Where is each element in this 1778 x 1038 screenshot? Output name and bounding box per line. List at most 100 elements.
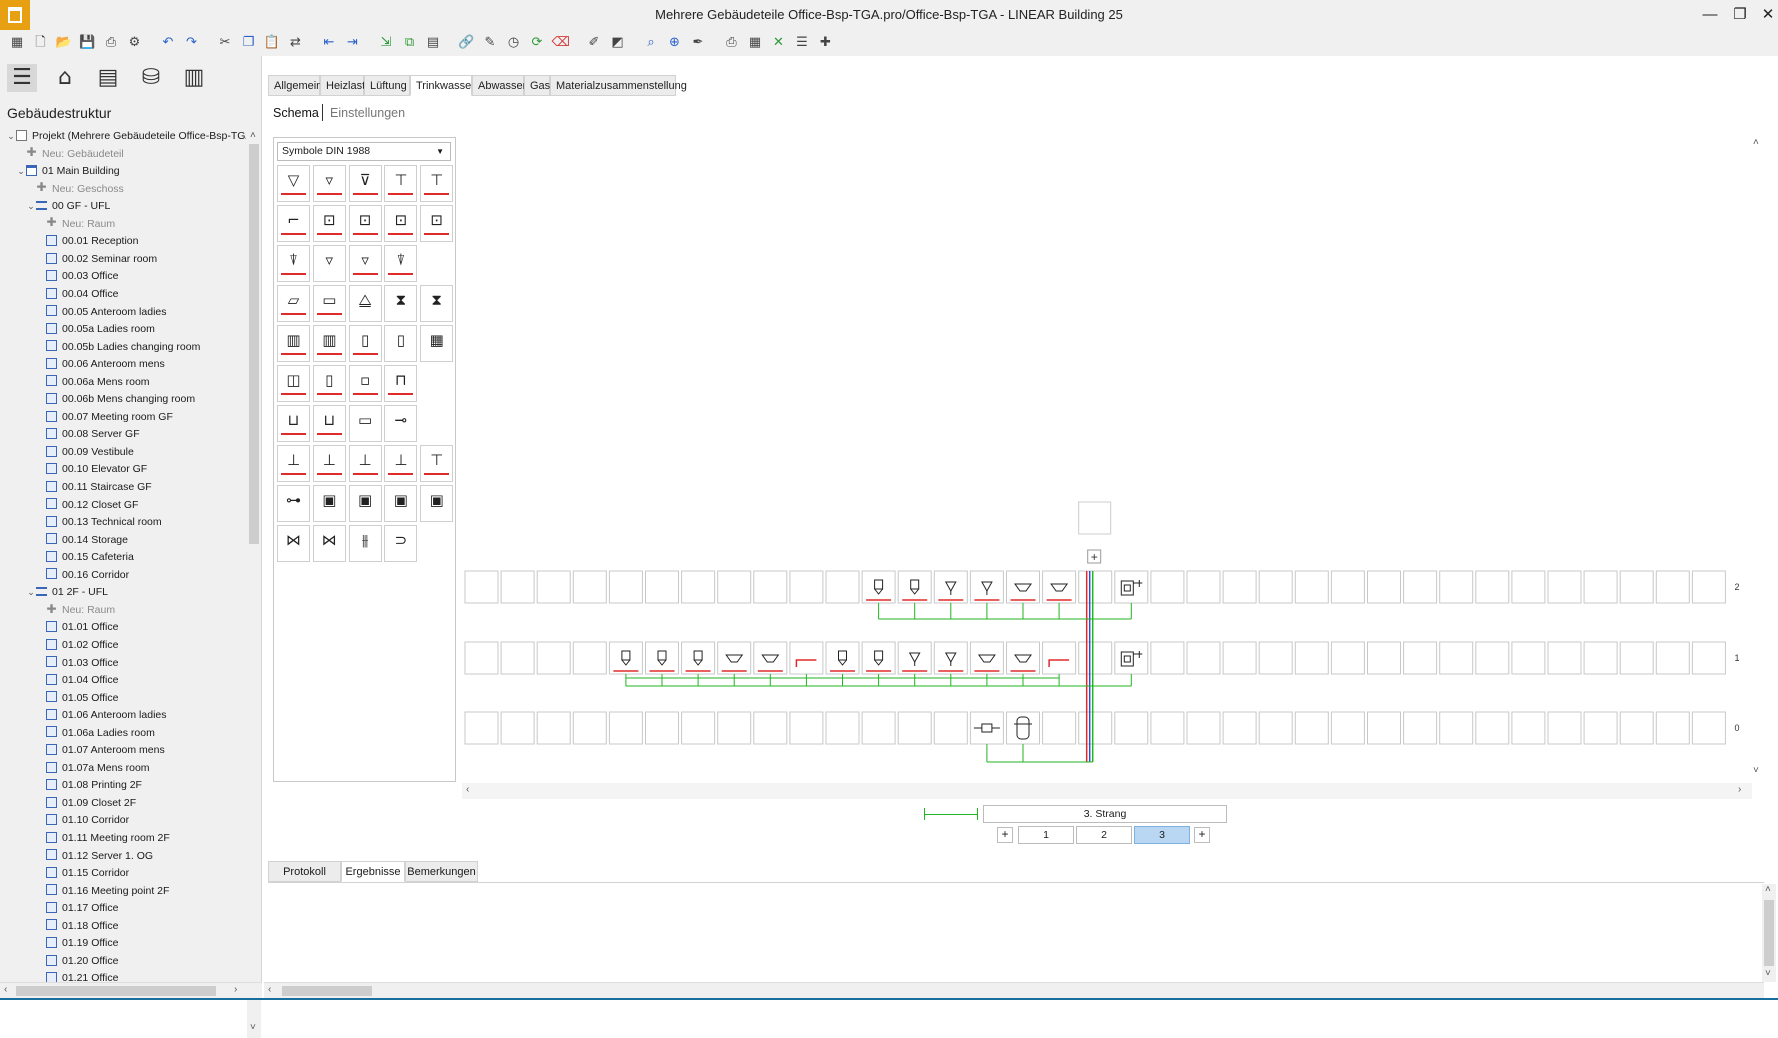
chevron-down-icon[interactable]: ⌄ [26, 198, 36, 215]
tree-item[interactable]: 01.20 Office [0, 953, 246, 970]
tab-materialzusammenstellung[interactable]: Materialzusammenstellung [550, 75, 687, 96]
tree-item[interactable]: 01.06 Anteroom ladies [0, 707, 246, 724]
strang-option-1[interactable]: 1 [1018, 826, 1074, 844]
palette-symbol[interactable]: ▯ [348, 325, 382, 362]
tree-item[interactable]: ⌄ 01 2F - UFL [0, 584, 246, 601]
copy-icon[interactable]: ❐ [240, 34, 258, 52]
palette-symbol[interactable]: ⊃ [384, 525, 418, 562]
tree-add-item[interactable]: ✚ Neu: Geschoss [0, 181, 246, 198]
tab-ergebnisse[interactable]: Ergebnisse [341, 861, 405, 882]
print-preview-icon[interactable]: ⎙ [102, 34, 120, 52]
strang-add-left-button[interactable]: + [997, 827, 1013, 843]
history-icon[interactable]: ◷ [505, 34, 523, 52]
tree-hscroll-thumb[interactable] [16, 986, 216, 996]
tab-gas[interactable]: Gas [524, 75, 550, 96]
tree-scroll-thumb[interactable] [249, 144, 259, 544]
palette-symbol[interactable]: ▯ [312, 365, 346, 402]
document-add-icon[interactable]: ✚ [817, 34, 835, 52]
palette-symbol[interactable]: ⊔ [312, 405, 346, 442]
palette-symbol[interactable]: ⊤ [384, 165, 418, 202]
insert-left-icon[interactable]: ⇤ [320, 34, 338, 52]
report-list-icon[interactable]: ▥ [179, 64, 209, 92]
scroll-up-icon[interactable]: ˄ [250, 130, 256, 141]
database-icon[interactable]: ⛁ [136, 64, 166, 92]
tree-item[interactable]: ⌄ 01 Main Building [0, 163, 246, 180]
tree-vertical-scrollbar[interactable]: ˄ ˅ [247, 128, 261, 1038]
settings-gear-icon[interactable]: ⚙ [126, 34, 144, 52]
palette-symbol[interactable]: ▦ [420, 325, 454, 362]
tree-item[interactable]: 00.01 Reception [0, 233, 246, 250]
save-icon[interactable]: 💾 [79, 34, 97, 52]
tree-item[interactable]: 01.01 Office [0, 619, 246, 636]
palette-symbol[interactable]: ⧋ [348, 285, 382, 322]
tree-item[interactable]: 00.13 Technical room [0, 514, 246, 531]
refresh-icon[interactable]: ⟳ [528, 34, 546, 52]
strang-option-3[interactable]: 3 [1134, 826, 1190, 844]
riser-schematic[interactable]: +2 1 0 [462, 137, 1758, 782]
palette-symbol[interactable]: ⊤ [420, 445, 454, 482]
palette-symbol[interactable]: ⊽ [348, 165, 382, 202]
tree-item[interactable]: ⌄ 00 GF - UFL [0, 198, 246, 215]
chevron-down-icon[interactable]: ⌄ [16, 163, 26, 180]
tree-horizontal-scrollbar[interactable]: ‹ › [0, 982, 262, 998]
results-scroll-thumb[interactable] [1764, 900, 1774, 966]
tree-item[interactable]: 01.16 Meeting point 2F [0, 883, 246, 900]
tree-item[interactable]: 01.03 Office [0, 655, 246, 672]
subtab-settings[interactable]: Einstellungen [330, 106, 405, 120]
palette-symbol[interactable]: ⌐ [277, 205, 310, 242]
tree-item[interactable]: 00.06 Anteroom mens [0, 356, 246, 373]
palette-symbol[interactable]: ▣ [348, 485, 382, 522]
search-icon[interactable]: ⌕ [642, 34, 660, 52]
pdf-export-icon[interactable]: ✕ [770, 34, 788, 52]
open-folder-icon[interactable]: 📂 [55, 34, 73, 52]
tree-item[interactable]: 01.07a Mens room [0, 760, 246, 777]
palette-symbol[interactable]: ▭ [312, 285, 346, 322]
strang-name-field[interactable]: 3. Strang [983, 805, 1227, 823]
tree-item[interactable]: 00.11 Staircase GF [0, 479, 246, 496]
minimize-button[interactable]: — [1698, 4, 1722, 26]
palette-symbol[interactable]: ▫ [348, 365, 382, 402]
scroll-down-icon[interactable]: ˅ [1753, 765, 1759, 776]
tree-item[interactable]: 01.06a Ladies room [0, 725, 246, 742]
duplicate-icon[interactable]: ⧉ [401, 34, 419, 52]
tree-item[interactable]: 00.02 Seminar room [0, 251, 246, 268]
tree-item[interactable]: 00.05a Ladies room [0, 321, 246, 338]
tree-item[interactable]: 01.18 Office [0, 918, 246, 935]
tree-item[interactable]: 00.06b Mens changing room [0, 391, 246, 408]
palette-symbol[interactable]: ⊡ [348, 205, 382, 242]
palette-symbol[interactable]: ⊥ [312, 445, 346, 482]
diagram-icon[interactable]: ◩ [609, 34, 627, 52]
tree-item[interactable]: 00.14 Storage [0, 532, 246, 549]
symbol-set-select[interactable]: Symbole DIN 1988 ▼ [277, 142, 451, 161]
swap-icon[interactable]: ⇄ [287, 34, 305, 52]
paste-icon[interactable]: 📋 [263, 34, 281, 52]
list-icon[interactable]: ▤ [93, 64, 123, 92]
palette-symbol[interactable]: ▭ [348, 405, 382, 442]
scroll-left-icon[interactable]: ‹ [4, 984, 7, 995]
new-file-icon[interactable]: 🗋 [32, 34, 50, 52]
tree-item[interactable]: 00.08 Server GF [0, 426, 246, 443]
tab-protokoll[interactable]: Protokoll [268, 861, 341, 882]
tree-add-item[interactable]: ✚ Neu: Raum [0, 602, 246, 619]
maximize-button[interactable]: ❐ [1728, 4, 1752, 26]
results-vertical-scrollbar[interactable]: ˄ ˅ [1762, 884, 1776, 982]
palette-symbol[interactable]: ⊶ [277, 485, 310, 522]
palette-symbol[interactable]: ⊓ [384, 365, 418, 402]
tab-bemerkungen[interactable]: Bemerkungen [405, 861, 478, 882]
palette-symbol[interactable]: ◫ [277, 365, 310, 402]
report-icon[interactable]: ☰ [793, 34, 811, 52]
tree-item[interactable]: 01.11 Meeting room 2F [0, 830, 246, 847]
palette-symbol[interactable]: ⊡ [420, 205, 454, 242]
palette-symbol[interactable]: ⊔ [277, 405, 310, 442]
palette-symbol[interactable]: ▿ [312, 245, 346, 282]
tree-item[interactable]: 00.06a Mens room [0, 374, 246, 391]
tree-add-item[interactable]: ✚ Neu: Gebäudeteil [0, 146, 246, 163]
palette-symbol[interactable]: ▣ [312, 485, 346, 522]
palette-symbol[interactable]: ⫵ [348, 525, 382, 562]
close-button[interactable]: ✕ [1756, 4, 1778, 26]
subtab-schema[interactable]: Schema [273, 106, 319, 120]
tree-item[interactable]: 01.05 Office [0, 690, 246, 707]
chevron-down-icon[interactable]: ⌄ [6, 128, 16, 145]
tree-item[interactable]: 01.17 Office [0, 900, 246, 917]
scroll-up-icon[interactable]: ˄ [1765, 884, 1771, 895]
